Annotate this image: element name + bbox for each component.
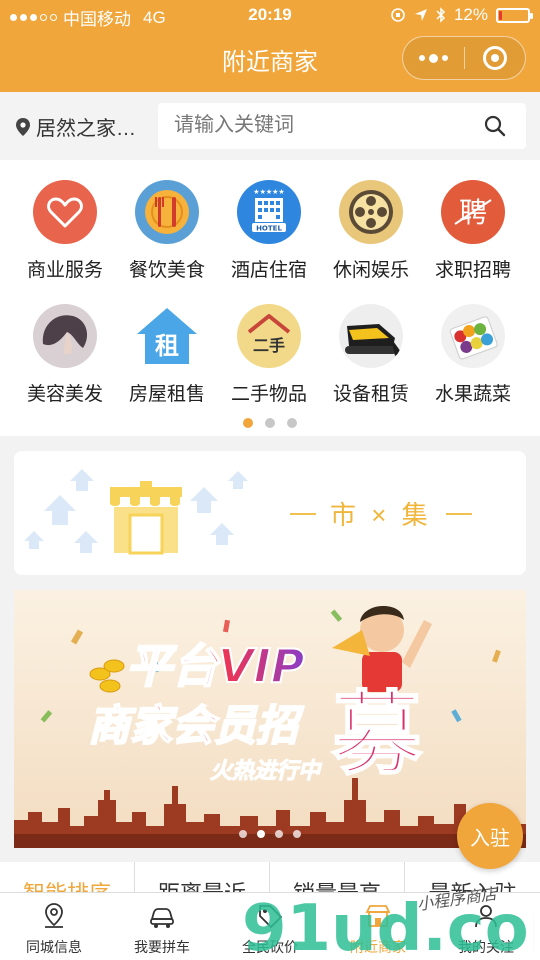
divider	[445, 512, 472, 515]
category-grid: 商业服务 餐饮美食 ★★★★★ HOTEL 酒店住宿 休闲娱乐 求职招聘 美容美…	[14, 180, 526, 406]
category-label: 休闲娱乐	[332, 260, 409, 281]
svg-text:HOTEL: HOTEL	[256, 225, 282, 233]
location-pin-icon	[45, 903, 63, 928]
status-right: 12%	[390, 5, 533, 25]
svg-text:租: 租	[155, 332, 179, 360]
svg-text:募: 募	[331, 682, 423, 787]
market-card[interactable]: 市 × 集	[14, 451, 526, 575]
cutlery-icon	[135, 180, 199, 244]
category-label: 水果蔬菜	[434, 384, 511, 405]
category-pager	[0, 418, 540, 428]
film-reel-icon	[339, 180, 403, 244]
pager-dot[interactable]	[257, 830, 265, 838]
hotel-icon: ★★★★★ HOTEL	[237, 180, 301, 244]
category-item[interactable]: 聘 求职招聘	[422, 180, 524, 282]
second-hand-icon: 二手	[237, 304, 301, 368]
bluetooth-icon	[436, 7, 446, 23]
recruit-icon: 聘	[441, 180, 505, 244]
search-icon[interactable]	[484, 115, 506, 137]
location-selector[interactable]: 居然之家…	[16, 112, 136, 141]
heart-icon	[33, 180, 97, 244]
house-rent-icon: 租	[135, 304, 199, 368]
shop-icon	[365, 905, 391, 927]
svg-text:火热进行中: 火热进行中	[210, 759, 322, 784]
category-item[interactable]: ★★★★★ HOTEL 酒店住宿	[218, 180, 320, 282]
dot-icon	[419, 55, 425, 61]
pager-dot[interactable]	[275, 830, 283, 838]
orientation-lock-icon	[391, 8, 405, 22]
pager-dot[interactable]	[293, 830, 301, 838]
category-item[interactable]: 水果蔬菜	[422, 304, 524, 406]
battery-percent: 12%	[453, 5, 488, 24]
close-miniprogram-button[interactable]	[465, 37, 525, 79]
category-item[interactable]: 租 房屋租售	[116, 304, 218, 406]
category-panel: 商业服务 餐饮美食 ★★★★★ HOTEL 酒店住宿 休闲娱乐 求职招聘 美容美…	[0, 160, 540, 436]
bottom-nav: 同城信息 我要拼车 全民砍价 附近商家 我的关注	[0, 892, 540, 960]
banner-pager	[14, 830, 526, 838]
category-item[interactable]: 二手 二手物品	[218, 304, 320, 406]
category-label: 酒店住宿	[230, 260, 307, 281]
category-item[interactable]: 商业服务	[14, 180, 116, 282]
location-pin-icon	[16, 117, 30, 136]
excavator-icon	[339, 304, 403, 368]
search-bar: 居然之家…	[0, 92, 540, 160]
nav-item-carpool[interactable]: 我要拼车	[108, 893, 216, 960]
location-arrow-icon	[414, 9, 427, 21]
banner-artwork: 平台VIP 商家会员招 募 火热进行中	[14, 590, 526, 848]
nav-item-following[interactable]: 我的关注	[432, 893, 540, 960]
target-icon	[483, 46, 507, 70]
pager-dot[interactable]	[287, 418, 297, 428]
tag-icon	[259, 905, 283, 929]
hair-icon	[33, 304, 97, 368]
category-label: 美容美发	[26, 384, 103, 405]
category-item[interactable]: 餐饮美食	[116, 180, 218, 282]
category-label: 二手物品	[230, 384, 307, 405]
location-label: 居然之家…	[36, 118, 136, 140]
nav-item-local-info[interactable]: 同城信息	[0, 893, 108, 960]
miniprogram-capsule	[402, 36, 526, 80]
svg-text:商家会员招: 商家会员招	[88, 701, 304, 750]
category-label: 商业服务	[26, 260, 103, 281]
search-input[interactable]	[174, 114, 474, 137]
nav-item-bargain[interactable]: 全民砍价	[216, 893, 324, 960]
svg-text:二手: 二手	[253, 336, 285, 355]
search-box	[158, 103, 526, 149]
category-label: 求职招聘	[434, 260, 511, 281]
category-label: 房屋租售	[128, 384, 205, 405]
svg-text:★★★★★: ★★★★★	[253, 188, 284, 196]
dot-icon	[442, 55, 448, 61]
category-item[interactable]: 设备租赁	[320, 304, 422, 406]
pager-dot[interactable]	[265, 418, 275, 428]
promo-banner[interactable]: 平台VIP 商家会员招 募 火热进行中	[14, 590, 526, 848]
status-bar: 中国移动 4G 20:19 12%	[0, 0, 540, 30]
more-button[interactable]	[403, 37, 464, 79]
shop-front-icon	[110, 481, 182, 555]
join-button[interactable]: 入驻	[457, 803, 523, 869]
fruit-icon	[441, 304, 505, 368]
category-item[interactable]: 休闲娱乐	[320, 180, 422, 282]
dot-icon	[429, 53, 438, 63]
market-title: 市 × 集	[290, 495, 472, 532]
category-item[interactable]: 美容美发	[14, 304, 116, 406]
battery-icon	[496, 7, 533, 23]
nav-item-nearby-shops[interactable]: 附近商家	[324, 893, 432, 960]
pager-dot[interactable]	[243, 418, 253, 428]
divider	[290, 512, 316, 515]
category-label: 设备租赁	[332, 384, 409, 405]
svg-text:平台VIP: 平台VIP	[126, 639, 305, 693]
pager-dot[interactable]	[239, 830, 247, 838]
category-label: 餐饮美食	[128, 260, 205, 281]
car-icon	[150, 908, 174, 928]
app-header: 中国移动 4G 20:19 12% 附近商家	[0, 0, 540, 92]
user-icon	[475, 905, 497, 928]
